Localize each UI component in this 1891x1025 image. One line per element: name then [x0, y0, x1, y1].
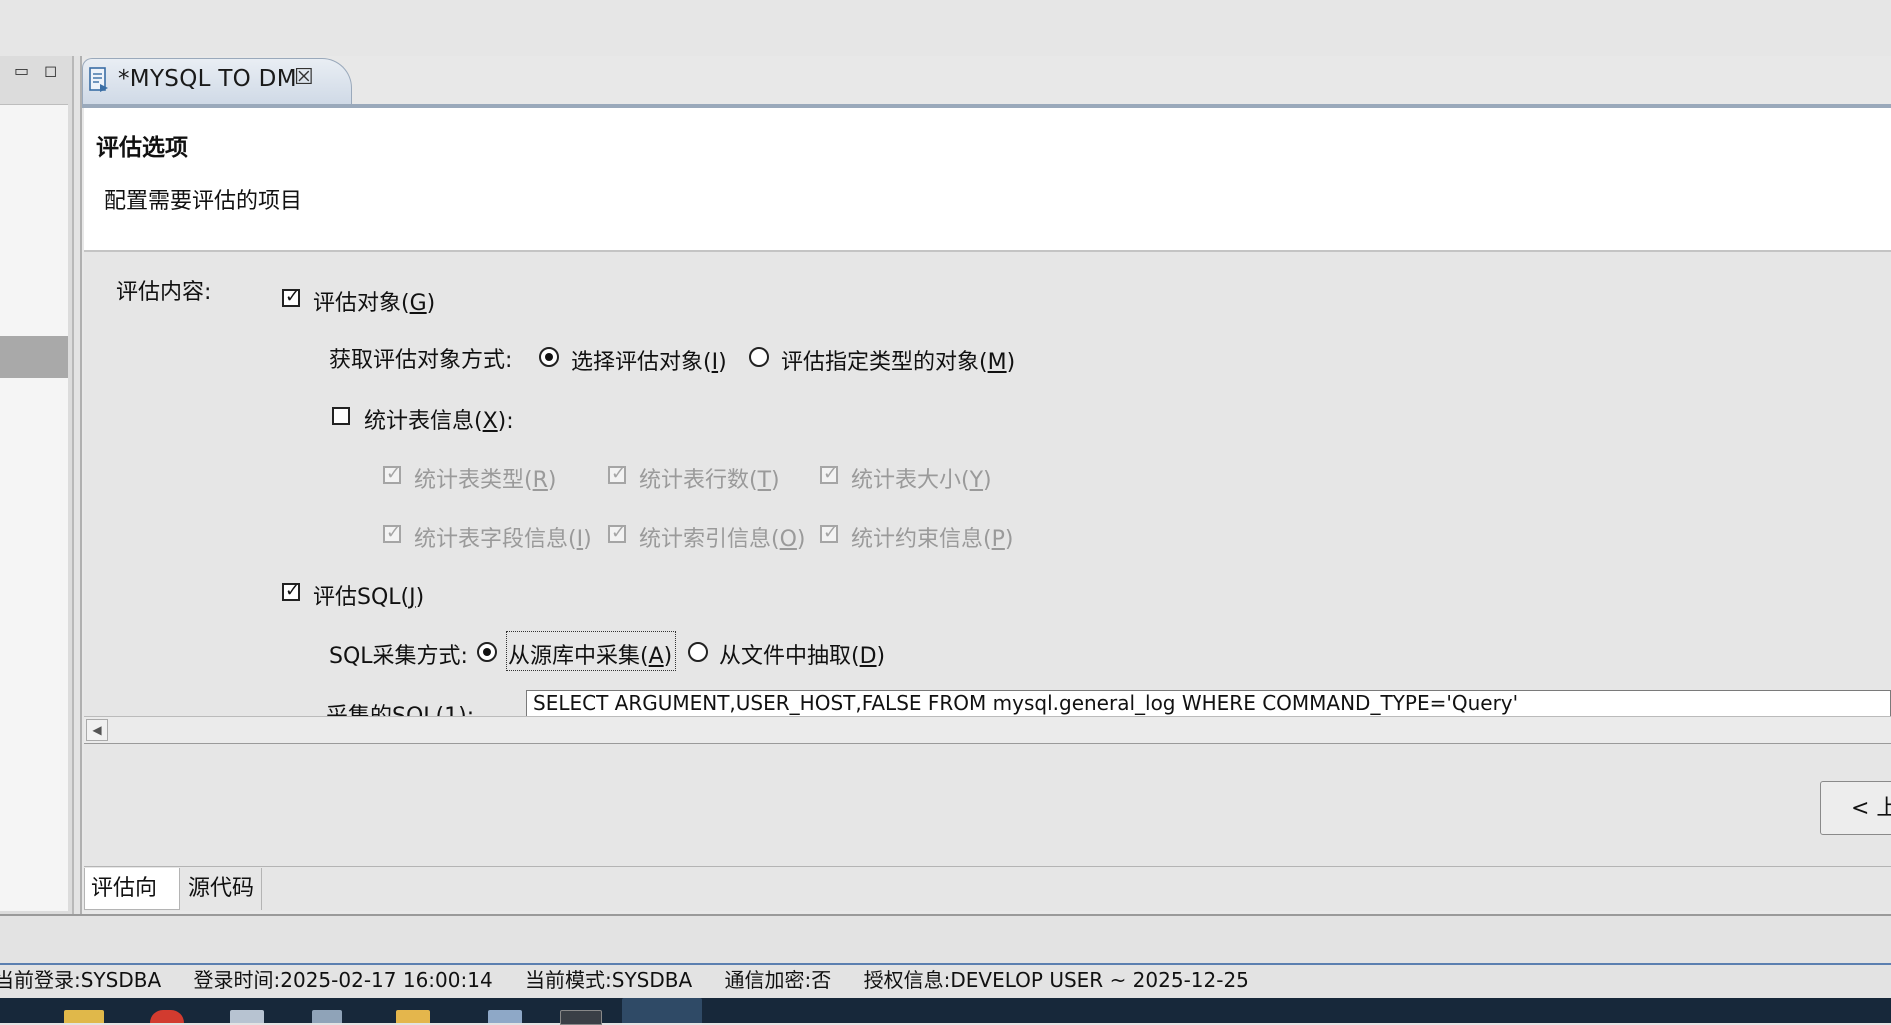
- specified-type-radio-label: 评估指定类型的对象(M): [781, 350, 1016, 375]
- stats-constraint-info-checkbox[interactable]: ✓: [820, 522, 838, 543]
- section-label: 评估内容:: [116, 280, 212, 305]
- editor-file-icon: [88, 66, 110, 94]
- tab-source-code[interactable]: 源代码: [182, 868, 262, 910]
- evaluate-objects-label: 评估对象(G): [313, 291, 436, 316]
- top-strip: [0, 0, 1891, 56]
- stats-table-size-checkbox[interactable]: ✓: [820, 463, 838, 484]
- editor-tab-title: *MYSQL TO DM: [118, 66, 297, 92]
- status-text: 当前登录:SYSDBA 登录时间:2025-02-17 16:00:14 当前模…: [0, 964, 1275, 993]
- taskbar-explorer-icon[interactable]: [396, 1010, 430, 1023]
- wizard-header: [84, 108, 1891, 252]
- status-mode: 当前模式:SYSDBA: [525, 968, 693, 992]
- taskbar-active-app[interactable]: [622, 998, 702, 1023]
- stats-index-info-label: 统计索引信息(O): [639, 527, 806, 552]
- horizontal-scrollbar[interactable]: [84, 716, 1891, 745]
- close-icon[interactable]: ☒: [294, 65, 314, 90]
- page-title: 评估选项: [96, 135, 188, 161]
- status-encryption: 通信加密:否: [724, 968, 832, 992]
- os-taskbar: [0, 998, 1891, 1023]
- stats-field-info-checkbox[interactable]: ✓: [383, 522, 401, 543]
- stats-table-info-label: 统计表信息(X):: [364, 409, 514, 434]
- taskbar-settings-icon[interactable]: [312, 1010, 342, 1023]
- collect-from-source-radio[interactable]: [477, 642, 497, 662]
- stats-row-count-checkbox[interactable]: ✓: [608, 463, 626, 484]
- stats-row-count-label: 统计表行数(T): [639, 468, 780, 493]
- evaluate-sql-label: 评估SQL(J): [313, 585, 425, 610]
- scroll-left-icon[interactable]: ◀: [86, 719, 108, 741]
- stats-table-type-checkbox[interactable]: ✓: [383, 463, 401, 484]
- stats-index-info-checkbox[interactable]: ✓: [608, 522, 626, 543]
- bottom-tab-bar: [84, 866, 1891, 911]
- extract-from-file-label: 从文件中抽取(D): [719, 644, 886, 669]
- maximize-icon[interactable]: ◻: [44, 63, 60, 79]
- left-view-area: [0, 104, 68, 911]
- minimize-icon[interactable]: ▭: [14, 63, 30, 79]
- select-objects-radio[interactable]: [539, 347, 559, 367]
- evaluate-objects-checkbox[interactable]: ✓: [282, 286, 300, 307]
- select-objects-radio-label: 选择评估对象(I): [571, 350, 727, 375]
- status-license: 授权信息:DEVELOP USER ~ 2025-12-25: [863, 968, 1249, 992]
- wizard-button-bar: [84, 744, 1891, 866]
- status-login: 当前登录:SYSDBA: [0, 968, 162, 992]
- evaluate-sql-checkbox[interactable]: ✓: [282, 580, 300, 601]
- stats-constraint-info-label: 统计约束信息(P): [851, 527, 1014, 552]
- tab-evaluation-wizard[interactable]: 评估向导: [84, 868, 180, 943]
- specified-type-radio[interactable]: [749, 347, 769, 367]
- extract-from-file-radio[interactable]: [688, 642, 708, 662]
- taskbar-browser-icon[interactable]: [150, 1010, 184, 1023]
- left-view-selected-item[interactable]: [0, 336, 68, 378]
- sql-collect-label: SQL采集方式:: [329, 644, 468, 669]
- status-login-time: 登录时间:2025-02-17 16:00:14: [193, 968, 493, 992]
- stats-table-size-label: 统计表大小(Y): [851, 468, 992, 493]
- taskbar-folder-icon[interactable]: [64, 1010, 104, 1023]
- taskbar-doc-icon[interactable]: [488, 1010, 522, 1023]
- stats-table-type-label: 统计表类型(R): [414, 468, 557, 493]
- stats-field-info-label: 统计表字段信息(I): [414, 527, 592, 552]
- fetch-method-label: 获取评估对象方式:: [329, 348, 513, 373]
- left-panel-toolbar: ▭ ◻: [8, 62, 68, 92]
- previous-button[interactable]: < 上: [1820, 781, 1891, 835]
- collect-from-source-label: 从源库中采集(A): [508, 644, 673, 669]
- stats-table-info-checkbox[interactable]: [332, 407, 350, 425]
- page-description: 配置需要评估的项目: [104, 189, 303, 214]
- taskbar-app-icon[interactable]: [230, 1010, 264, 1023]
